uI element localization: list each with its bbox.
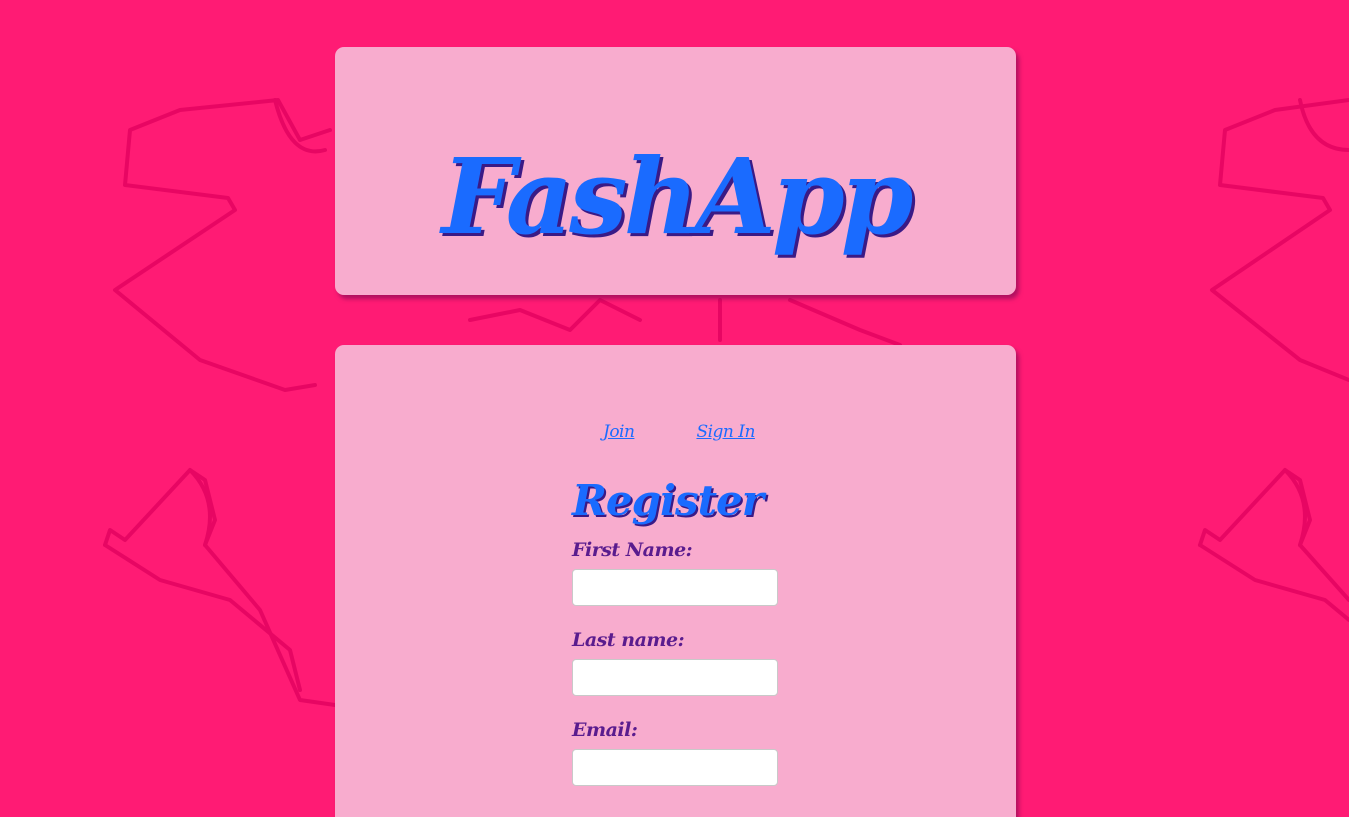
- email-label: Email:: [572, 719, 638, 741]
- first-name-label: First Name:: [572, 539, 693, 561]
- last-name-input[interactable]: [572, 659, 778, 696]
- header-card: FashApp: [335, 47, 1016, 295]
- join-link[interactable]: Join: [603, 422, 635, 442]
- register-form: Register First Name: Last name: Email:: [572, 473, 778, 805]
- form-title: Register: [572, 476, 764, 525]
- shoe-outline-right: [1198, 468, 1349, 602]
- shoe-outline-left: [103, 468, 337, 707]
- first-name-input[interactable]: [572, 569, 778, 606]
- sign-in-link[interactable]: Sign In: [696, 422, 755, 442]
- last-name-label: Last name:: [572, 629, 685, 651]
- app-logo[interactable]: FashApp: [335, 145, 1016, 249]
- dress-outline-right: [1210, 98, 1349, 382]
- email-input[interactable]: [572, 749, 778, 786]
- register-card: Join Sign In Register First Name: Last n…: [335, 345, 1016, 817]
- auth-nav: Join Sign In: [603, 422, 755, 442]
